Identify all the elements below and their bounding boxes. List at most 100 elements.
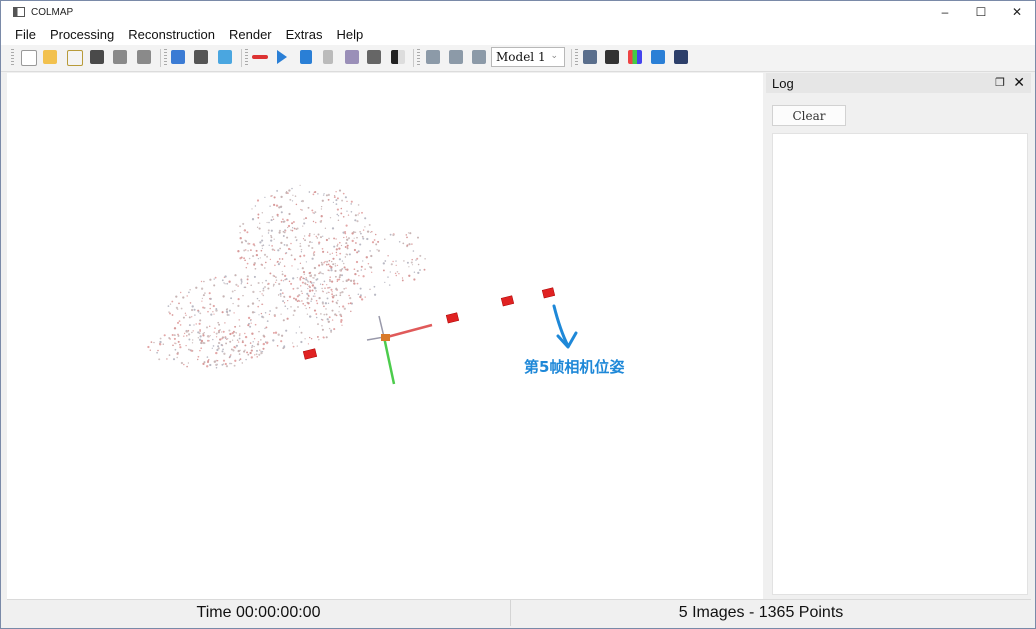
float-icon[interactable]: ❐ [995, 76, 1005, 89]
screenshot-icon[interactable] [651, 50, 665, 64]
open-project-icon[interactable] [43, 50, 57, 64]
cloud-point [332, 201, 335, 204]
import-model-icon[interactable] [113, 50, 127, 64]
database-management-icon[interactable] [218, 50, 232, 64]
cloud-point [150, 341, 153, 343]
camera-frustum-2[interactable] [445, 312, 460, 324]
feature-matching-icon[interactable] [194, 50, 208, 64]
cloud-point [186, 295, 188, 297]
menu-reconstruction[interactable]: Reconstruction [121, 27, 222, 42]
match-matrix-icon[interactable] [605, 50, 619, 64]
feature-extraction-icon[interactable] [171, 50, 185, 64]
cloud-point [341, 324, 343, 326]
cloud-point [288, 280, 291, 283]
cloud-point [215, 366, 218, 369]
cloud-point [203, 332, 205, 334]
cloud-point [262, 334, 265, 337]
model-stats-icon[interactable] [628, 50, 642, 64]
close-button[interactable]: ✕ [999, 1, 1035, 23]
menu-render[interactable]: Render [222, 27, 279, 42]
new-project-icon[interactable] [21, 50, 37, 66]
menu-help[interactable]: Help [329, 27, 370, 42]
cloud-point [388, 284, 391, 286]
cloud-point [291, 229, 294, 232]
cloud-point [280, 211, 283, 214]
model-viewer[interactable]: 第5帧相机位姿 [7, 73, 763, 599]
pause-reconstruction-icon[interactable] [323, 50, 333, 64]
cloud-point [339, 291, 342, 294]
cloud-point [221, 311, 224, 314]
toolbar-grip[interactable] [245, 49, 248, 67]
cloud-point [173, 337, 176, 340]
edit-project-icon[interactable] [67, 50, 83, 66]
camera-frustum-3[interactable] [500, 295, 515, 307]
cloud-point [221, 279, 224, 282]
bundle-adjustment-icon[interactable] [367, 50, 381, 64]
log-icon[interactable] [583, 50, 597, 64]
toolbar-grip[interactable] [417, 49, 420, 67]
menu-processing[interactable]: Processing [43, 27, 121, 42]
cloud-point [334, 275, 337, 278]
step-reconstruction-icon[interactable] [300, 50, 312, 64]
cloud-point [257, 305, 260, 308]
cloud-point [368, 223, 371, 226]
cloud-point [362, 237, 365, 240]
render-options-icon[interactable] [426, 50, 440, 64]
cloud-point [341, 199, 344, 202]
cloud-point [221, 363, 224, 366]
camera-pose-icon[interactable] [472, 50, 486, 64]
cloud-point [333, 196, 336, 199]
reset-view-icon[interactable] [449, 50, 463, 64]
cloud-point [254, 205, 257, 207]
cloud-point [257, 257, 260, 260]
menu-extras[interactable]: Extras [279, 27, 330, 42]
cloud-point [177, 321, 180, 324]
cloud-point [362, 260, 364, 262]
menu-file[interactable]: File [1, 27, 43, 42]
cloud-point [292, 277, 295, 280]
toolbar-grip[interactable] [11, 49, 14, 67]
reconstruction-canvas[interactable] [7, 73, 763, 599]
toolbar-grip[interactable] [164, 49, 167, 67]
cloud-point [376, 249, 378, 251]
cloud-point [340, 244, 343, 247]
start-reconstruction-icon[interactable] [277, 50, 287, 64]
camera-frustum-4[interactable] [541, 287, 556, 299]
cloud-point [243, 286, 246, 289]
cloud-point [321, 199, 324, 202]
camera-frustum-1[interactable] [302, 348, 318, 360]
maximize-button[interactable]: ☐ [963, 1, 999, 23]
cloud-point [207, 310, 209, 313]
cloud-point [309, 315, 312, 318]
cloud-point [279, 292, 282, 296]
cloud-point [334, 263, 337, 265]
cloud-point [261, 303, 264, 306]
cloud-point [233, 312, 235, 314]
cloud-point [315, 235, 318, 238]
log-output[interactable] [772, 133, 1028, 595]
cloud-point [318, 241, 321, 244]
cloud-point [305, 261, 308, 263]
save-grab-icon[interactable] [674, 50, 688, 64]
cloud-point [269, 272, 272, 275]
cloud-point [286, 308, 289, 310]
cloud-point [183, 363, 185, 366]
cloud-point [252, 341, 254, 343]
save-project-icon[interactable] [90, 50, 104, 64]
close-icon[interactable]: ✕ [1013, 74, 1025, 91]
minimize-button[interactable]: – [927, 1, 963, 23]
cloud-point [237, 298, 240, 301]
model-select[interactable]: Model 1 ⌄ [491, 47, 565, 67]
toolbar-grip[interactable] [575, 49, 578, 67]
cloud-point [310, 274, 313, 276]
export-model-icon[interactable] [137, 50, 151, 64]
automatic-reconstruction-icon[interactable] [252, 55, 268, 59]
reset-reconstruction-icon[interactable] [345, 50, 359, 64]
cloud-point [285, 329, 288, 332]
dense-reconstruction-icon[interactable] [391, 50, 405, 64]
cloud-point [211, 347, 213, 349]
cloud-point [322, 336, 325, 339]
cloud-point [283, 265, 286, 267]
cloud-point [180, 361, 184, 365]
clear-log-button[interactable]: Clear [772, 105, 846, 126]
